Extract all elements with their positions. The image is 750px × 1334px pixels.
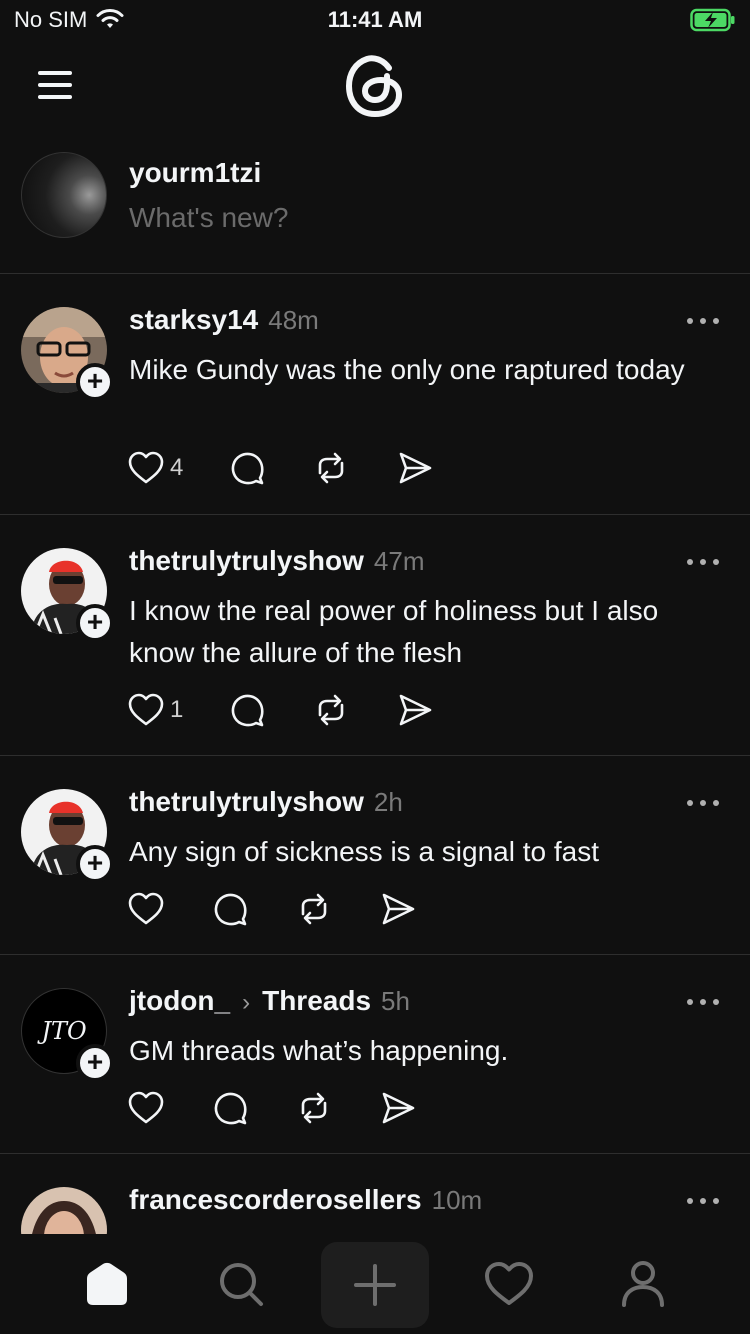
reply-button[interactable] xyxy=(212,891,248,927)
like-count: 1 xyxy=(170,696,184,723)
post-time: 5h xyxy=(381,986,410,1016)
post-actions xyxy=(128,891,416,927)
heart-icon xyxy=(128,693,164,726)
search-icon xyxy=(220,1263,263,1306)
post-time: 48m xyxy=(268,305,319,335)
new-thread-composer[interactable]: yourm1tzi What's new? xyxy=(0,140,750,274)
thread-post: francescorderosellers 10m xyxy=(0,1154,750,1234)
reply-button[interactable] xyxy=(212,1090,248,1126)
follow-button[interactable]: + xyxy=(76,845,114,883)
repost-icon xyxy=(319,694,344,726)
composer-placeholder[interactable]: What's new? xyxy=(129,202,288,234)
repost-icon xyxy=(319,452,344,484)
more-icon[interactable] xyxy=(686,997,720,1007)
follow-button[interactable]: + xyxy=(76,1044,114,1082)
follow-button[interactable]: + xyxy=(76,604,114,642)
tab-home[interactable] xyxy=(67,1244,147,1324)
heart-icon xyxy=(128,1091,164,1124)
tab-activity[interactable] xyxy=(469,1244,549,1324)
menu-icon[interactable] xyxy=(36,70,76,100)
bottom-tab-bar xyxy=(0,1234,750,1334)
like-button[interactable]: 4 xyxy=(128,451,183,485)
repost-button[interactable] xyxy=(313,693,349,727)
send-icon xyxy=(382,1092,415,1124)
post-header: thetrulytrulyshow 47m xyxy=(129,545,425,577)
post-text: GM threads what’s happening. xyxy=(129,1035,509,1066)
new-thread-icon xyxy=(354,1264,396,1306)
profile-icon xyxy=(622,1261,664,1307)
share-button[interactable] xyxy=(397,693,433,727)
home-icon xyxy=(87,1262,127,1305)
post-username[interactable]: francescorderosellers xyxy=(129,1184,422,1216)
status-bar: No SIM 11:41 AM xyxy=(0,0,750,40)
post-community[interactable]: Threads xyxy=(262,985,371,1017)
activity-icon xyxy=(485,1262,533,1305)
like-button[interactable] xyxy=(128,1091,164,1125)
send-icon xyxy=(382,893,415,925)
comment-icon xyxy=(232,452,264,485)
repost-button[interactable] xyxy=(296,892,332,926)
avatar[interactable] xyxy=(21,152,107,238)
reply-button[interactable] xyxy=(229,450,265,486)
more-icon[interactable] xyxy=(686,557,720,567)
share-button[interactable] xyxy=(380,892,416,926)
avatar-monogram: JTO xyxy=(41,1017,87,1045)
post-username[interactable]: thetrulytrulyshow xyxy=(129,545,364,577)
repost-icon xyxy=(301,1092,327,1124)
comment-icon xyxy=(232,694,264,727)
heart-icon xyxy=(128,451,164,484)
threads-logo-icon[interactable] xyxy=(343,52,407,120)
more-icon[interactable] xyxy=(686,316,720,326)
comment-icon xyxy=(214,893,247,926)
heart-icon xyxy=(128,892,164,925)
thread-post: JTO + jtodon_ › Threads 5h GM threads wh… xyxy=(0,955,750,1154)
post-header: starksy14 48m xyxy=(129,304,319,336)
post-actions xyxy=(128,1090,416,1126)
post-time: 2h xyxy=(373,787,403,817)
chevron-right-icon: › xyxy=(242,989,251,1016)
comment-icon xyxy=(214,1092,247,1125)
post-text: Mike Gundy was the only one raptured tod… xyxy=(129,354,685,385)
like-button[interactable]: 1 xyxy=(128,693,183,727)
follow-button[interactable]: + xyxy=(76,363,114,401)
share-button[interactable] xyxy=(380,1091,416,1125)
repost-icon xyxy=(301,893,327,925)
like-button[interactable] xyxy=(128,892,164,926)
thread-post: + thetrulytrulyshow 2h Any sign of sickn… xyxy=(0,756,750,955)
thread-post: + thetrulytrulyshow 47m I know the real … xyxy=(0,515,750,756)
like-count: 4 xyxy=(170,454,184,481)
more-icon[interactable] xyxy=(686,798,720,808)
post-time: 47m xyxy=(373,546,425,576)
post-username[interactable]: starksy14 xyxy=(129,304,258,336)
thread-post: + starksy14 48m Mike Gundy was the only … xyxy=(0,274,750,515)
battery-charging-icon xyxy=(690,8,735,32)
send-icon xyxy=(400,452,432,484)
repost-button[interactable] xyxy=(313,451,349,485)
share-button[interactable] xyxy=(397,451,433,485)
post-time: 10m xyxy=(431,1185,483,1215)
post-header: thetrulytrulyshow 2h xyxy=(129,786,403,818)
tab-new-thread[interactable] xyxy=(321,1242,429,1328)
avatar[interactable] xyxy=(21,1187,107,1234)
post-username[interactable]: thetrulytrulyshow xyxy=(129,786,364,818)
send-icon xyxy=(400,694,432,726)
post-actions: 1 xyxy=(128,692,433,728)
post-text: Any sign of sickness is a signal to fast xyxy=(129,836,599,867)
repost-button[interactable] xyxy=(296,1091,332,1125)
reply-button[interactable] xyxy=(229,692,265,728)
tab-search[interactable] xyxy=(201,1244,281,1324)
top-bar xyxy=(0,40,750,140)
more-icon[interactable] xyxy=(686,1196,720,1206)
post-header: francescorderosellers 10m xyxy=(129,1184,482,1216)
post-text: I know the real power of holiness but I … xyxy=(129,595,659,668)
tab-profile[interactable] xyxy=(603,1244,683,1324)
status-time: 11:41 AM xyxy=(327,7,423,32)
composer-username: yourm1tzi xyxy=(129,157,262,188)
post-actions: 4 xyxy=(128,450,433,486)
post-header: jtodon_ › Threads 5h xyxy=(129,985,410,1017)
post-username[interactable]: jtodon_ xyxy=(129,985,230,1017)
